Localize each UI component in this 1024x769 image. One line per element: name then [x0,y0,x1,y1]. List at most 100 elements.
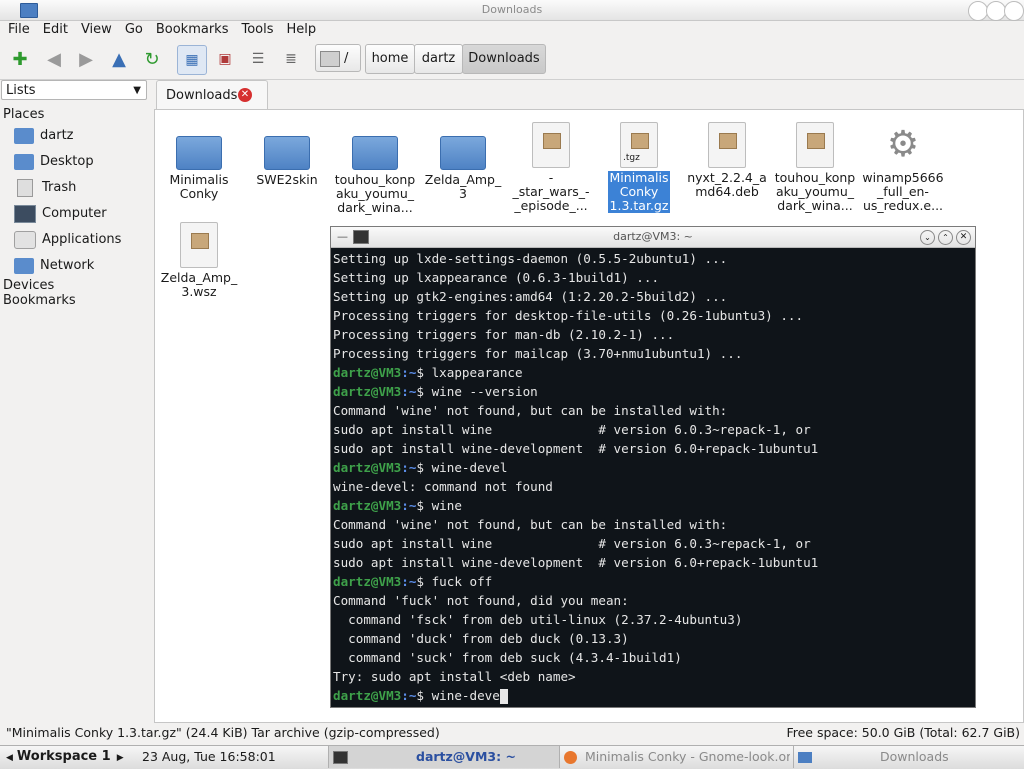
file-item-selected[interactable]: .tgz Minimalis Conky 1.3.tar.gz [598,122,680,213]
window-titlebar: Downloads [0,0,1024,21]
file-item[interactable]: SWE2skin [246,122,328,187]
archive-icon [532,122,570,168]
forward-arrow-icon[interactable]: ▶ [72,45,100,73]
thumbnail-view-icon[interactable]: ▣ [211,45,239,73]
terminal-line-text: $ wine-deve [416,688,500,703]
terminal-output-line: Try: sudo apt install <deb name> [333,667,973,686]
clock[interactable]: 23 Aug, Tue 16:58:01 [142,746,276,768]
close-button[interactable]: ✕ [956,230,971,245]
task-browser[interactable]: Minimalis Conky - Gnome-look.org — M [560,746,790,768]
maximize-button[interactable]: ⌃ [938,230,953,245]
desktop-icon [14,153,34,170]
tab-label: Downloads [166,88,238,103]
terminal-output-line: Setting up lxappearance (0.6.3-1build1) … [333,268,973,287]
workspace-switcher[interactable]: ◀ Workspace 1 ▶ [6,746,124,768]
terminal-line-text: $ wine-devel [416,460,508,475]
up-arrow-icon[interactable]: ▲ [105,45,133,73]
file-item[interactable]: nyxt_2.2.4_a md64.deb [686,122,768,199]
menu-edit[interactable]: Edit [38,20,73,39]
menu-help[interactable]: Help [282,20,322,39]
tab-downloads[interactable]: Downloads ✕ [156,80,268,109]
terminal-line-text: sudo apt install wine # version 6.0.3~re… [333,422,811,437]
terminal-command-line: dartz@VM3:~$ wine [333,496,973,515]
terminal-output-line: Processing triggers for man-db (2.10.2-1… [333,325,973,344]
chevron-left-icon: ◀ [6,753,13,763]
trash-icon [17,178,33,197]
breadcrumb-home[interactable]: home [365,44,415,74]
terminal-line-text: Processing triggers for desktop-file-uti… [333,308,804,323]
terminal-line-text: Command 'fuck' not found, did you mean: [333,593,629,608]
close-tab-icon[interactable]: ✕ [238,88,252,102]
detailed-view-icon[interactable]: ≣ [277,45,305,73]
reload-icon[interactable]: ↻ [138,45,166,73]
terminal-command-line: dartz@VM3:~$ wine-deve [333,686,973,705]
sidebar-item-applications[interactable]: Applications [14,229,121,251]
back-arrow-icon[interactable]: ◀ [40,45,68,73]
executable-gear-icon: ⚙ [886,124,920,165]
chevron-right-icon: ▶ [116,753,124,763]
sidebar: Lists ▼ Places dartz Desktop Trash Comput… [0,80,152,722]
breadcrumb-dartz[interactable]: dartz [414,44,463,74]
terminal-command-line: dartz@VM3:~$ wine --version [333,382,973,401]
prompt-user: dartz@VM3 [333,574,402,589]
terminal-output-line: command 'duck' from deb duck (0.13.3) [333,629,973,648]
terminal-output-line: sudo apt install wine # version 6.0.3~re… [333,534,973,553]
statusbar: "Minimalis Conky 1.3.tar.gz" (24.4 KiB) … [0,722,1024,744]
sidebar-item-network[interactable]: Network [14,255,94,277]
file-item[interactable]: Minimalis Conky [158,122,240,201]
computer-icon [14,204,36,223]
terminal-title: dartz@VM3: ~ [613,230,693,243]
prompt-dir: :~ [401,365,417,380]
terminal-line-text: command 'duck' from deb duck (0.13.3) [333,631,629,646]
tgz-archive-icon: .tgz [620,122,658,168]
taskbar-panel: ◀ Workspace 1 ▶ 23 Aug, Tue 16:58:01 dartz… [0,745,1024,769]
status-free-space: Free space: 50.0 GiB (Total: 62.7 GiB) [786,725,1020,740]
compact-view-icon[interactable]: ☰ [244,45,272,73]
file-item[interactable]: Zelda_Amp_ 3 [422,122,504,201]
file-item[interactable]: Zelda_Amp_ 3.wsz [158,222,240,299]
minimize-button[interactable]: ⌄ [920,230,935,245]
sidebar-item-dartz[interactable]: dartz [14,125,73,147]
prompt-dir: :~ [401,460,417,475]
task-file-manager[interactable]: Downloads [793,746,1022,768]
file-item[interactable]: touhou_konp aku_youmu_ dark_wina... [774,122,856,213]
sidebar-item-computer[interactable]: Computer [14,203,107,225]
menu-view[interactable]: View [76,20,117,39]
icon-view-icon[interactable]: ▦ [177,45,207,75]
terminal-line-text: Processing triggers for man-db (2.10.2-1… [333,327,675,342]
minimize-button[interactable] [968,1,988,21]
file-item[interactable]: - _star_wars_- _episode_... [510,122,592,213]
breadcrumb-root[interactable]: / [315,44,361,72]
archive-icon [796,122,834,168]
terminal-window[interactable]: — dartz@VM3: ~ ⌄ ⌃ ✕ Setting up lxde-set… [330,226,976,708]
terminal-line-text: $ lxappearance [416,365,523,380]
terminal-line-text: Try: sudo apt install <deb name> [333,669,576,684]
menu-bookmarks[interactable]: Bookmarks [151,20,234,39]
menu-file[interactable]: File [3,20,35,39]
terminal-command-line: dartz@VM3:~$ wine-devel [333,458,973,477]
prompt-dir: :~ [401,498,417,513]
terminal-output[interactable]: Setting up lxde-settings-daemon (0.5.5-2… [333,249,973,705]
terminal-output-line: Command 'wine' not found, but can be ins… [333,401,973,420]
prompt-dir: :~ [401,688,417,703]
sidebar-mode-select[interactable]: Lists ▼ [1,80,147,100]
close-button[interactable] [1004,1,1024,21]
folder-icon [176,136,222,170]
sidebar-item-trash[interactable]: Trash [14,177,76,199]
file-item[interactable]: ⚙ winamp5666 _full_en- us_redux.e... [862,122,944,213]
terminal-output-line: wine-devel: command not found [333,477,973,496]
new-tab-icon[interactable]: ✚ [6,45,34,73]
maximize-button[interactable] [986,1,1006,21]
menu-go[interactable]: Go [120,20,148,39]
terminal-line-text: Setting up gtk2-engines:amd64 (1:2.20.2-… [333,289,728,304]
terminal-line-text: sudo apt install wine-development # vers… [333,441,819,456]
menubar: File Edit View Go Bookmarks Tools Help [0,20,1024,40]
terminal-output-line: sudo apt install wine # version 6.0.3~re… [333,420,973,439]
terminal-line-text: command 'suck' from deb suck (4.3.4-1bui… [333,650,682,665]
task-terminal[interactable]: dartz@VM3: ~ [328,746,560,768]
breadcrumb-downloads[interactable]: Downloads [462,44,546,74]
menu-tools[interactable]: Tools [236,20,278,39]
file-item[interactable]: touhou_konp aku_youmu_ dark_wina... [334,122,416,215]
sidebar-item-desktop[interactable]: Desktop [14,151,94,173]
folder-icon [264,136,310,170]
